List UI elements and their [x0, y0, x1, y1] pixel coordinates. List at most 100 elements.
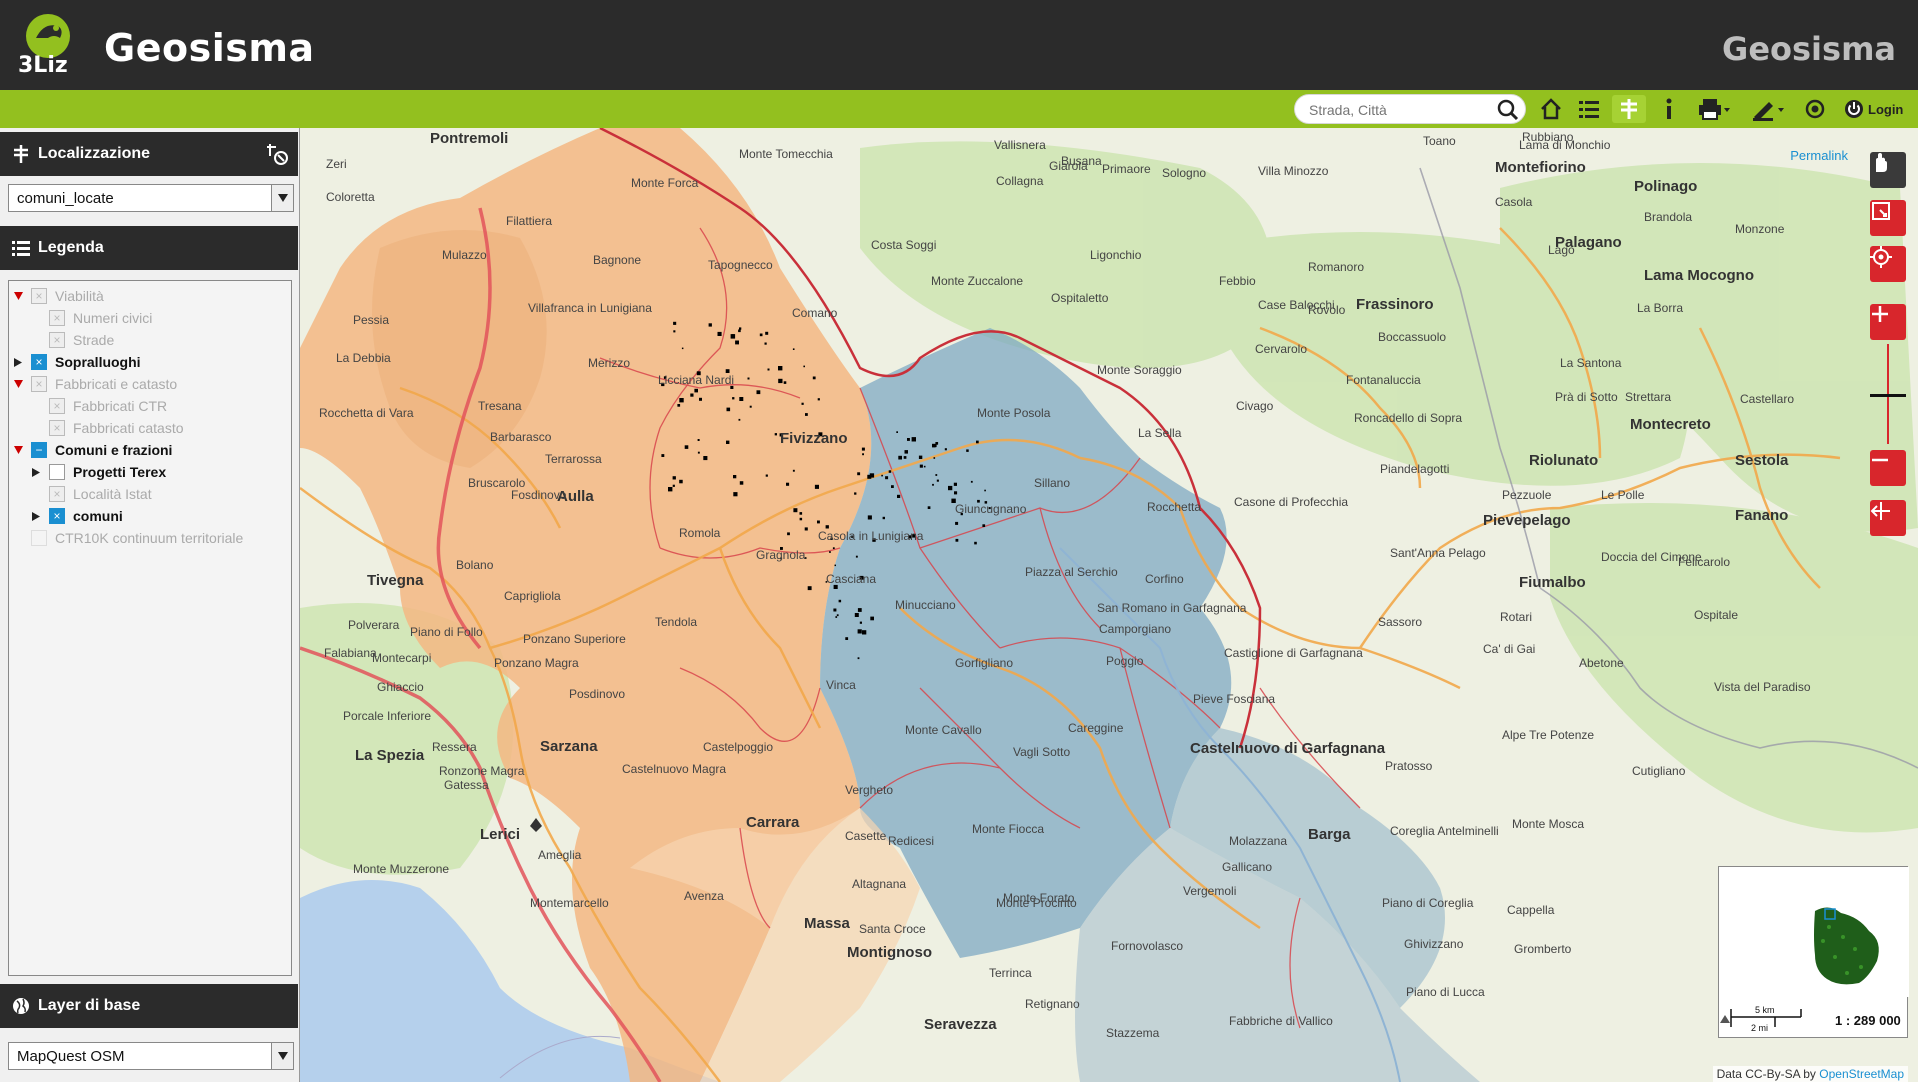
home-icon[interactable]: [1534, 95, 1568, 123]
legend-item-viabilita[interactable]: × Viabilità: [13, 285, 104, 307]
sopralluogo-point: [825, 525, 829, 529]
sopralluogo-point: [836, 614, 839, 617]
search-icon[interactable]: [1497, 99, 1519, 121]
legend-item-comuni[interactable]: × comuni: [31, 505, 123, 527]
zoom-extent-button[interactable]: [1870, 246, 1906, 282]
draw-icon[interactable]: [1746, 95, 1790, 123]
permalink-link[interactable]: Permalink: [1790, 148, 1848, 163]
zoom-slider-thumb[interactable]: [1870, 394, 1906, 397]
info-icon[interactable]: [1652, 95, 1686, 123]
sopralluogo-point: [882, 516, 885, 520]
attribution-link[interactable]: OpenStreetMap: [1819, 1067, 1904, 1081]
map-label: Pessia: [353, 313, 390, 327]
checkbox[interactable]: ×: [49, 310, 65, 326]
sopralluogo-point: [672, 484, 675, 487]
map-label: Castelnuovo Magra: [622, 762, 727, 776]
legend-item-strade[interactable]: × Strade: [31, 329, 114, 351]
expand-triangle-icon[interactable]: [13, 445, 23, 455]
legend-tree: × Viabilità × Numeri civici × Strade × S…: [8, 280, 292, 976]
map-label: Sarzana: [540, 738, 598, 755]
legend-item-fabbricati-ctr[interactable]: × Fabbricati CTR: [31, 395, 167, 417]
zoom-in-button[interactable]: [1870, 304, 1906, 340]
pan-button[interactable]: [1870, 152, 1906, 188]
sopralluogo-point: [726, 440, 730, 444]
map-label: Monte Muzzerone: [353, 862, 450, 876]
expand-triangle-icon[interactable]: [13, 291, 23, 301]
legend-item-ctr10k[interactable]: × CTR10K continuum territoriale: [13, 527, 243, 549]
map-label: Toano: [1423, 134, 1456, 148]
legend-item-fabbricati-catasto[interactable]: × Fabbricati catasto: [31, 417, 184, 439]
expand-triangle-icon[interactable]: [13, 379, 23, 389]
map-label: Fornovolasco: [1111, 939, 1184, 953]
sopralluogo-point: [845, 637, 849, 640]
legend-item-fabbricati-catasto-group[interactable]: × Fabbricati e catasto: [13, 373, 177, 395]
print-icon[interactable]: [1692, 95, 1736, 123]
map-label: Ghivizzano: [1404, 937, 1464, 951]
map-label: Giarola: [1049, 159, 1088, 173]
legend-item-comuni-frazioni[interactable]: − Comuni e frazioni: [13, 439, 172, 461]
sopralluogo-point: [944, 448, 947, 451]
map-label: Primaore: [1102, 162, 1151, 176]
checkbox[interactable]: ×: [49, 486, 65, 502]
sopralluogo-point: [679, 398, 684, 403]
sopralluogo-point: [778, 378, 783, 384]
checkbox[interactable]: ×: [49, 508, 65, 524]
checkbox[interactable]: ×: [31, 530, 47, 546]
clear-locate-icon[interactable]: [266, 142, 290, 166]
checkbox[interactable]: ×: [49, 464, 65, 480]
legend-item-numeri-civici[interactable]: × Numeri civici: [31, 307, 152, 329]
sopralluogo-point: [833, 608, 837, 612]
locate-icon[interactable]: [1612, 95, 1646, 123]
checkbox[interactable]: ×: [49, 398, 65, 414]
sopralluogo-point: [694, 388, 698, 393]
overview-minimap: [1719, 867, 1909, 997]
map-label: Molazzana: [1229, 834, 1288, 848]
base-layer-select[interactable]: MapQuest OSM: [8, 1042, 294, 1070]
legend-item-localita-istat[interactable]: × Località Istat: [31, 483, 152, 505]
checkbox[interactable]: ×: [49, 332, 65, 348]
legend-item-progetti-terex[interactable]: × Progetti Terex: [31, 461, 166, 483]
sopralluogo-point: [832, 547, 835, 550]
map-label: Montefiorino: [1495, 159, 1586, 176]
toggle-panel-button[interactable]: [1870, 500, 1906, 536]
sopralluogo-point: [735, 340, 739, 345]
search-input[interactable]: [1309, 99, 1499, 121]
map-label: Piano di Coreglia: [1382, 896, 1474, 910]
map-label: Civago: [1236, 399, 1274, 413]
collapse-overview-icon[interactable]: [1719, 1013, 1731, 1025]
list-icon[interactable]: [1572, 95, 1606, 123]
zoom-out-button[interactable]: [1870, 450, 1906, 486]
map-label: Poggio: [1106, 654, 1144, 668]
map-label: La Santona: [1560, 356, 1622, 370]
map-label: Sologno: [1162, 166, 1207, 180]
sidebar: Localizzazione comuni_locate Legenda × V…: [0, 128, 300, 1082]
map-label: Tendola: [655, 615, 698, 629]
map-label: Avenza: [684, 889, 724, 903]
sopralluogo-point: [759, 333, 763, 337]
sopralluogo-point: [730, 334, 736, 339]
collapse-triangle-icon[interactable]: [13, 357, 23, 367]
checkbox[interactable]: ×: [49, 420, 65, 436]
scale-value: 1 : 289 000: [1835, 1013, 1901, 1028]
localizzazione-select[interactable]: comuni_locate: [8, 184, 294, 212]
sopralluogo-point: [854, 492, 857, 495]
sopralluogo-point: [717, 331, 722, 336]
login-button[interactable]: Login: [1844, 97, 1903, 121]
sopralluogo-point: [677, 404, 681, 407]
map-canvas[interactable]: Pontremoli Zeri Coloretta Filattiera Mulazzo…: [300, 128, 1918, 1082]
checkbox[interactable]: ×: [31, 288, 47, 304]
checkbox[interactable]: −: [31, 442, 47, 458]
hand-icon: [1876, 153, 1887, 172]
overview-map[interactable]: 5 km 2 mi 1 : 289 000: [1718, 866, 1909, 1038]
header-bar: 3Liz Geosisma Geosisma: [0, 0, 1918, 90]
map-label: Bagnone: [593, 253, 642, 267]
checkbox[interactable]: ×: [31, 376, 47, 392]
legend-item-sopralluoghi[interactable]: × Sopralluoghi: [13, 351, 141, 373]
geolocation-icon[interactable]: [1798, 95, 1832, 123]
collapse-triangle-icon[interactable]: [31, 467, 41, 477]
sopralluogo-point: [726, 407, 731, 412]
sopralluogo-point: [697, 451, 700, 454]
collapse-triangle-icon[interactable]: [31, 511, 41, 521]
checkbox[interactable]: ×: [31, 354, 47, 370]
zoom-box-button[interactable]: [1870, 200, 1906, 236]
